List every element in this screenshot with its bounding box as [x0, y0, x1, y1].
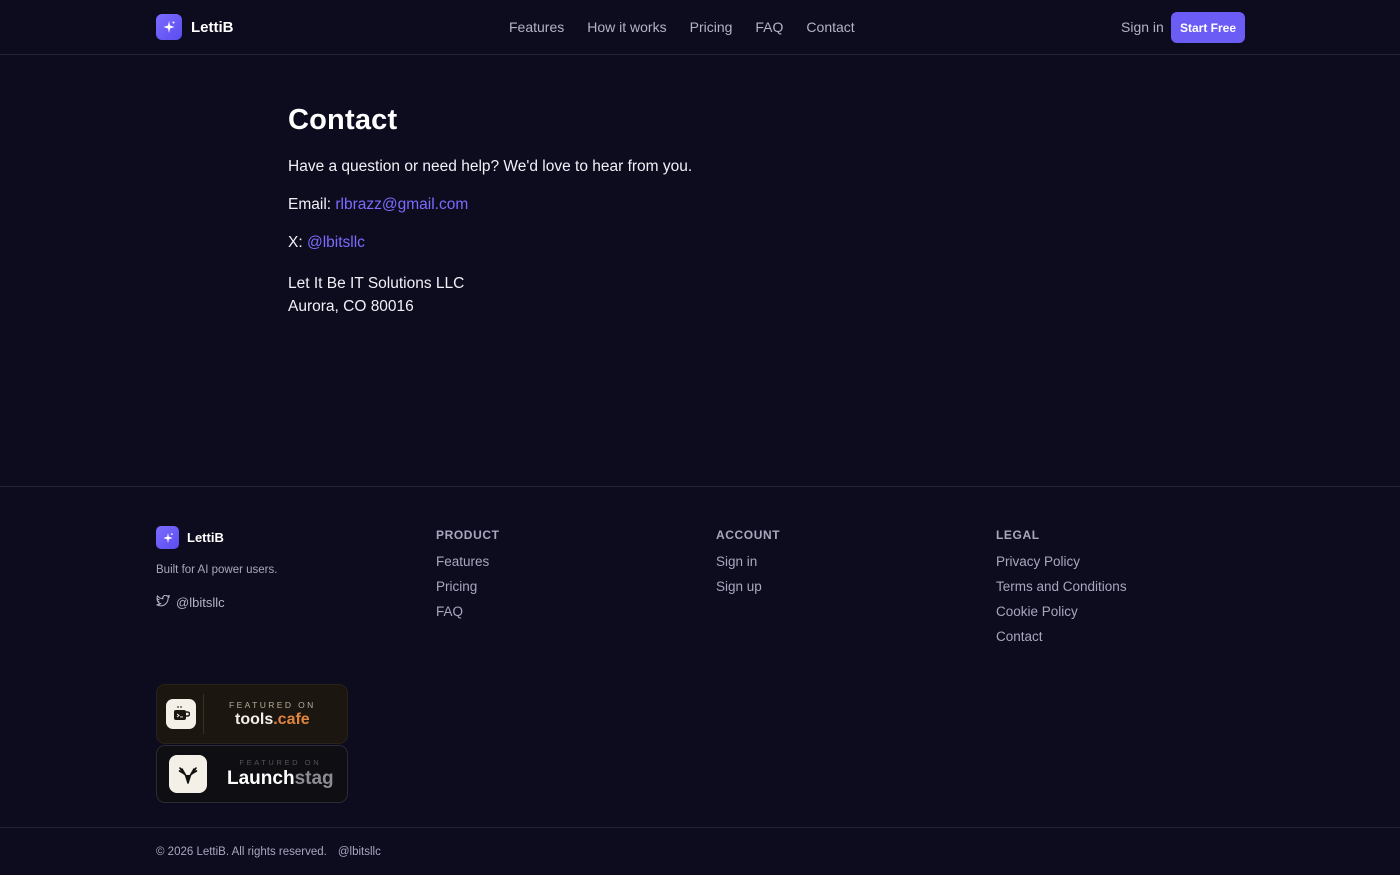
nav-pricing[interactable]: Pricing: [690, 19, 733, 35]
nav-contact[interactable]: Contact: [806, 19, 854, 35]
site-header: LettiB Features How it works Pricing FAQ…: [0, 0, 1400, 55]
copyright-handle-link[interactable]: @lbitsllc: [338, 846, 381, 858]
badge-caption: FEATURED ON: [239, 758, 322, 767]
footer-link-privacy-policy[interactable]: Privacy Policy: [996, 553, 1127, 570]
footer-link-pricing[interactable]: Pricing: [436, 578, 500, 595]
email-line: Email: rlbrazz@gmail.com: [288, 196, 1088, 214]
footer-column-title: LEGAL: [996, 528, 1040, 542]
intro-text: Have a question or need help? We'd love …: [288, 158, 693, 175]
brand-name: LettiB: [191, 18, 234, 36]
tools-cafe-badge[interactable]: FEATURED ON tools.cafe: [156, 684, 348, 744]
sparkle-icon: [156, 526, 179, 549]
footer-column-product: PRODUCT Features Pricing FAQ: [436, 528, 500, 620]
footer-link-faq[interactable]: FAQ: [436, 603, 500, 620]
x-line: X: @lbitsllc: [288, 234, 1088, 252]
badge-caption: FEATURED ON: [229, 699, 316, 710]
copyright-text: © 2026 LettiB. All rights reserved.: [156, 846, 327, 858]
footer-divider: [0, 486, 1400, 487]
footer-brand-name: LettiB: [187, 530, 224, 545]
footer-link-contact[interactable]: Contact: [996, 628, 1127, 645]
footer-column-title: ACCOUNT: [716, 528, 781, 542]
twitter-icon: [156, 594, 171, 610]
footer-link-features[interactable]: Features: [436, 553, 500, 570]
footer-link-terms[interactable]: Terms and Conditions: [996, 578, 1127, 595]
footer-brand-link[interactable]: LettiB: [156, 526, 224, 549]
footer-bottom-divider: [0, 827, 1400, 828]
start-free-button[interactable]: Start Free: [1171, 12, 1245, 43]
footer-twitter-link[interactable]: @lbitsllc: [156, 594, 225, 610]
coffee-cup-icon: [166, 699, 196, 729]
nav-features[interactable]: Features: [509, 19, 564, 35]
x-label: X:: [288, 234, 303, 251]
brand-logo-link[interactable]: LettiB: [156, 14, 234, 40]
launchstag-badge[interactable]: FEATURED ON Launchstag: [156, 745, 348, 803]
badge-title: Launchstag: [227, 768, 334, 789]
footer-column-legal: LEGAL Privacy Policy Terms and Condition…: [996, 528, 1127, 645]
main-nav: Features How it works Pricing FAQ Contac…: [509, 19, 855, 35]
badge-title: tools.cafe: [235, 710, 310, 728]
footer-column-account: ACCOUNT Sign in Sign up: [716, 528, 780, 595]
copyright-bar: © 2026 LettiB. All rights reserved. @lbi…: [156, 846, 381, 858]
sparkle-icon: [156, 14, 182, 40]
footer-link-sign-up[interactable]: Sign up: [716, 578, 780, 595]
stag-icon: [169, 755, 207, 793]
sign-in-link[interactable]: Sign in: [1121, 19, 1164, 35]
nav-faq[interactable]: FAQ: [755, 19, 783, 35]
footer-twitter-handle: @lbitsllc: [176, 595, 225, 610]
x-handle-link[interactable]: @lbitsllc: [307, 234, 365, 251]
page-title: Contact: [288, 104, 398, 136]
email-link[interactable]: rlbrazz@gmail.com: [335, 196, 468, 213]
footer-column-title: PRODUCT: [436, 528, 500, 542]
footer-tagline: Built for AI power users.: [156, 564, 278, 576]
nav-how-it-works[interactable]: How it works: [587, 19, 666, 35]
footer-link-sign-in[interactable]: Sign in: [716, 553, 780, 570]
company-name: Let It Be IT Solutions LLC: [288, 275, 465, 292]
company-address: Let It Be IT Solutions LLC Aurora, CO 80…: [288, 272, 1088, 318]
footer-link-cookie-policy[interactable]: Cookie Policy: [996, 603, 1127, 620]
address-line: Aurora, CO 80016: [288, 298, 414, 315]
badge-divider: [203, 694, 204, 734]
email-label: Email:: [288, 196, 332, 213]
contact-section: Contact Have a question or need help? We…: [288, 104, 1088, 318]
